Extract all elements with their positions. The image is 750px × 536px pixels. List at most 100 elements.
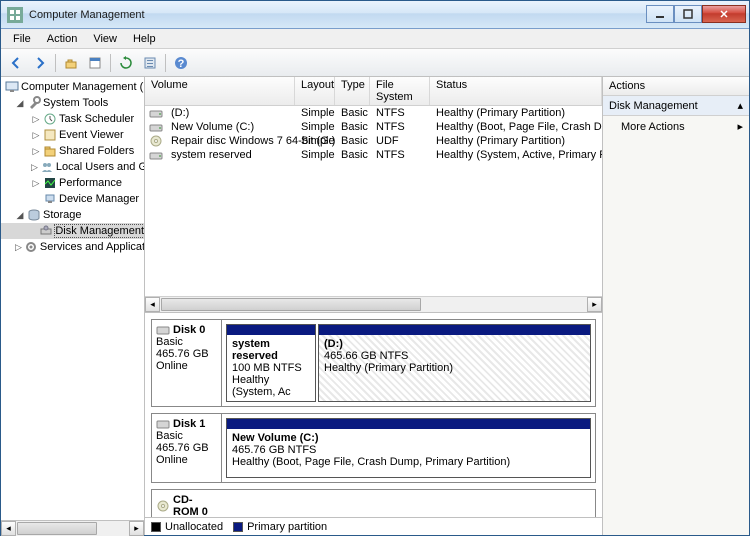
toolbar-divider (110, 54, 111, 72)
disc-icon (149, 135, 163, 147)
menu-view[interactable]: View (85, 31, 125, 47)
disk-icon (156, 418, 170, 430)
col-status[interactable]: Status (430, 77, 602, 105)
actions-header: Actions (603, 77, 749, 96)
event-icon (43, 128, 57, 142)
minimize-button[interactable] (646, 5, 674, 23)
legend-unallocated-swatch (151, 522, 161, 532)
close-button[interactable] (702, 5, 746, 23)
disk-0-info: Disk 0 Basic 465.76 GB Online (152, 320, 222, 406)
col-volume[interactable]: Volume (145, 77, 295, 105)
actions-more[interactable]: More Actions ▸ (603, 116, 749, 137)
cdrom-info: CD-ROM 0 DVD (E:) No Media (152, 490, 222, 517)
menu-action[interactable]: Action (39, 31, 86, 47)
tree-system-tools[interactable]: ◢System Tools (1, 95, 144, 111)
tree-local-users[interactable]: ▷Local Users and Groups (1, 159, 144, 175)
legend-bar: Unallocated Primary partition (145, 517, 602, 535)
volume-row[interactable]: (D:)SimpleBasicNTFSHealthy (Primary Part… (145, 106, 602, 120)
computer-icon (5, 80, 19, 94)
partition-system-reserved[interactable]: system reserved100 MB NTFSHealthy (Syste… (226, 324, 316, 402)
settings-button[interactable] (139, 52, 161, 74)
collapse-icon[interactable]: ◢ (15, 210, 25, 221)
expand-icon[interactable]: ▷ (31, 146, 41, 157)
menu-bar: File Action View Help (1, 29, 749, 49)
cdrom-block[interactable]: CD-ROM 0 DVD (E:) No Media (151, 489, 596, 517)
volume-list-body: (D:)SimpleBasicNTFSHealthy (Primary Part… (145, 106, 602, 296)
window-title: Computer Management (29, 9, 646, 21)
partition-stripe (227, 419, 590, 429)
scroll-right-button[interactable]: ▸ (587, 297, 602, 312)
volume-row[interactable]: system reservedSimpleBasicNTFSHealthy (S… (145, 148, 602, 162)
tree-shared-folders[interactable]: ▷Shared Folders (1, 143, 144, 159)
help-button[interactable]: ? (170, 52, 192, 74)
tree-task-scheduler[interactable]: ▷Task Scheduler (1, 111, 144, 127)
menu-file[interactable]: File (5, 31, 39, 47)
disk-icon (156, 324, 170, 336)
actions-panel: Actions Disk Management ▴ More Actions ▸ (603, 77, 749, 535)
scroll-left-button[interactable]: ◂ (1, 521, 16, 535)
col-layout[interactable]: Layout (295, 77, 335, 105)
collapse-arrow-icon: ▴ (737, 99, 743, 112)
submenu-arrow-icon: ▸ (737, 120, 743, 133)
folder-icon (43, 144, 57, 158)
expand-icon[interactable]: ▷ (31, 162, 38, 173)
tree-root[interactable]: Computer Management (Local) (1, 79, 144, 95)
disk-0-block[interactable]: Disk 0 Basic 465.76 GB Online system res… (151, 319, 596, 407)
partition-c[interactable]: New Volume (C:)465.76 GB NTFSHealthy (Bo… (226, 418, 591, 478)
tree-performance[interactable]: ▷Performance (1, 175, 144, 191)
services-icon (24, 240, 38, 254)
volume-scrollbar[interactable]: ◂ ▸ (145, 296, 602, 312)
disk-graphical-view[interactable]: Disk 0 Basic 465.76 GB Online system res… (145, 313, 602, 517)
tree-device-manager[interactable]: Device Manager (1, 191, 144, 207)
expand-icon[interactable]: ▷ (31, 178, 41, 189)
disk-1-info: Disk 1 Basic 465.76 GB Online (152, 414, 222, 482)
volume-row[interactable]: Repair disc Windows 7 64-bit (G:)SimpleB… (145, 134, 602, 148)
menu-help[interactable]: Help (125, 31, 164, 47)
toolbar-divider (55, 54, 56, 72)
scroll-left-button[interactable]: ◂ (145, 297, 160, 312)
scrollbar-thumb[interactable] (17, 522, 97, 535)
title-bar: Computer Management (1, 1, 749, 29)
volume-row[interactable]: New Volume (C:)SimpleBasicNTFSHealthy (B… (145, 120, 602, 134)
scrollbar-track[interactable] (16, 521, 129, 535)
performance-icon (43, 176, 57, 190)
properties-button[interactable] (84, 52, 106, 74)
expand-icon[interactable]: ▷ (31, 114, 41, 125)
disc-icon (156, 500, 170, 512)
tree-storage[interactable]: ◢Storage (1, 207, 144, 223)
volume-list[interactable]: Volume Layout Type File System Status (D… (145, 77, 602, 313)
storage-icon (27, 208, 41, 222)
disk-1-block[interactable]: Disk 1 Basic 465.76 GB Online New Volume… (151, 413, 596, 483)
drive-icon (149, 149, 163, 161)
partition-d[interactable]: (D:)465.66 GB NTFSHealthy (Primary Parti… (318, 324, 591, 402)
col-filesystem[interactable]: File System (370, 77, 430, 105)
volume-list-header: Volume Layout Type File System Status (145, 77, 602, 106)
scroll-right-button[interactable]: ▸ (129, 521, 144, 535)
actions-disk-management[interactable]: Disk Management ▴ (603, 96, 749, 116)
navigation-tree[interactable]: Computer Management (Local) ◢System Tool… (1, 77, 145, 535)
partition-stripe (319, 325, 590, 335)
window-icon (7, 7, 23, 23)
expand-icon[interactable]: ▷ (15, 242, 22, 253)
drive-icon (149, 107, 163, 119)
maximize-button[interactable] (674, 5, 702, 23)
svg-text:?: ? (178, 58, 185, 70)
tree-event-viewer[interactable]: ▷Event Viewer (1, 127, 144, 143)
toolbar: ? (1, 49, 749, 77)
collapse-icon[interactable]: ◢ (15, 98, 25, 109)
forward-button[interactable] (29, 52, 51, 74)
tree-services-apps[interactable]: ▷Services and Applications (1, 239, 144, 255)
col-type[interactable]: Type (335, 77, 370, 105)
back-button[interactable] (5, 52, 27, 74)
expand-icon[interactable]: ▷ (31, 130, 41, 141)
scrollbar-thumb[interactable] (161, 298, 421, 311)
legend-unallocated-label: Unallocated (165, 521, 223, 533)
disk-mgmt-icon (39, 224, 53, 238)
users-icon (40, 160, 54, 174)
tree-disk-management[interactable]: Disk Management (1, 223, 144, 239)
legend-primary-label: Primary partition (247, 521, 327, 533)
scrollbar-track[interactable] (160, 297, 587, 312)
refresh-button[interactable] (115, 52, 137, 74)
up-button[interactable] (60, 52, 82, 74)
legend-primary-swatch (233, 522, 243, 532)
